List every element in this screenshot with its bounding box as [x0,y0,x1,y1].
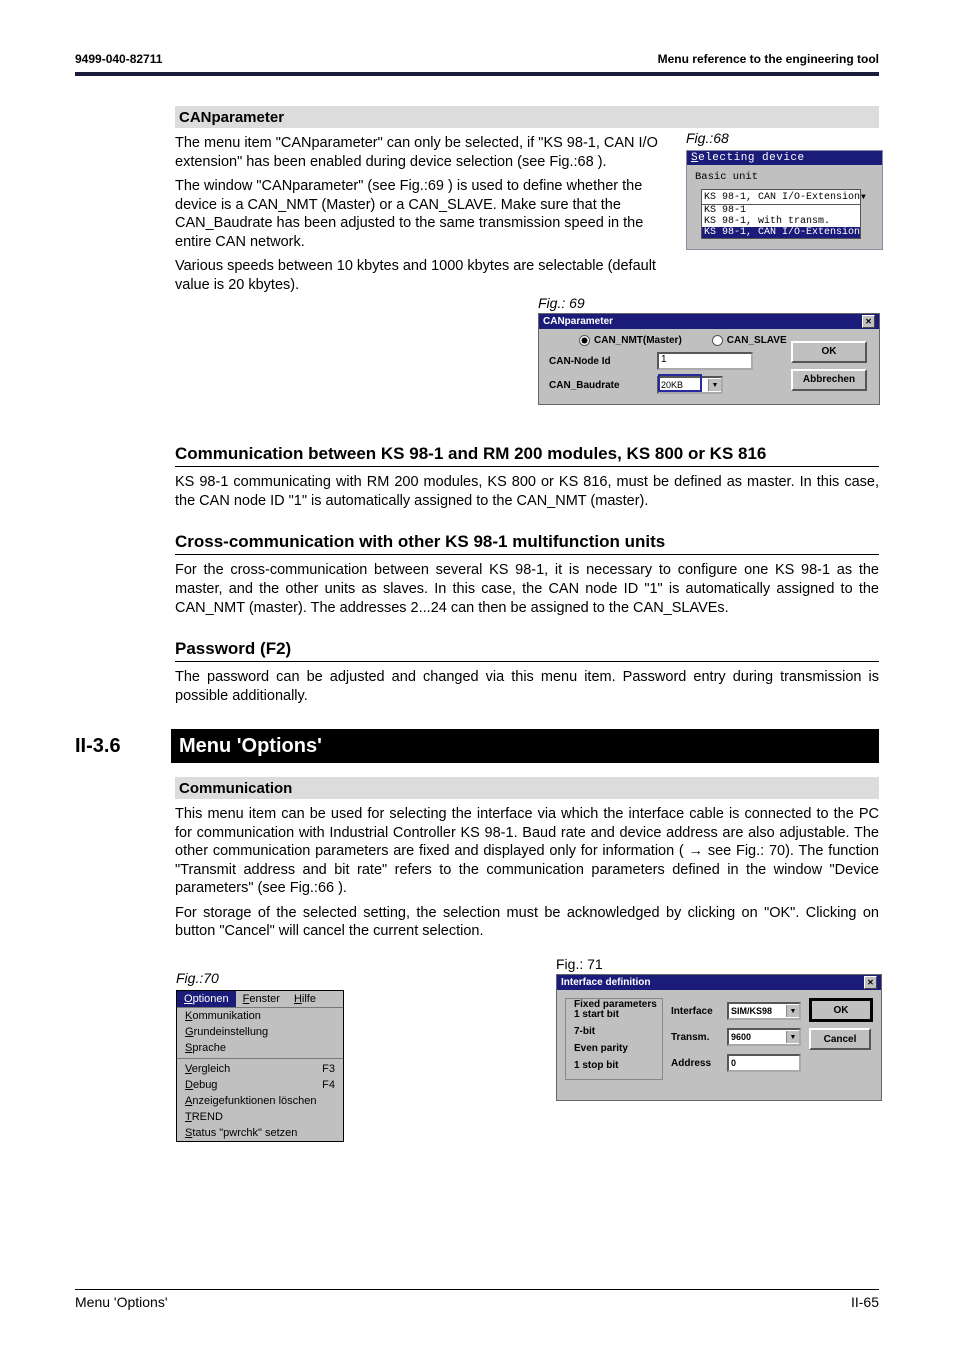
address-input[interactable]: 0 [727,1054,801,1072]
heading-comm-rm: Communication between KS 98-1 and RM 200… [175,444,879,464]
menu-item-kommunikation[interactable]: Kommunikation [177,1008,343,1024]
can-node-id-label: CAN-Node Id [549,356,649,367]
ok-button[interactable]: OK [809,998,873,1022]
interface-value: SIM/KS98 [729,1006,786,1016]
menu-item-trend[interactable]: TREND [177,1109,343,1125]
fig69-titlebar: CANparameter ✕ [539,314,879,329]
radio-selected-icon [579,335,590,346]
can-baudrate-label: CAN_Baudrate [549,380,649,391]
device-listbox[interactable]: KS 98-1 KS 98-1, with transm. KS 98-1, C… [701,205,861,239]
para-canparam-2: The window "CANparameter" (see Fig.:69 )… [175,177,665,251]
interface-combo[interactable]: SIM/KS98 ▼ [727,1002,801,1020]
figure-70: Fig.:70 Optionen Fenster Hilfe Kommunika… [176,970,346,1142]
list-item-selected[interactable]: KS 98-1, CAN I/O-Extension [702,227,860,238]
para-cross-1: For the cross-communication between seve… [175,561,879,617]
figure-68-label: Fig.:68 [686,130,881,146]
menubar-label: enster [249,993,280,1005]
fig69-title: CANparameter [543,316,613,327]
menu-item-status-pwrchk[interactable]: Status "pwrchk" setzen [177,1125,343,1141]
can-baudrate-combo[interactable]: 20KB ▼ [657,376,723,394]
ok-button[interactable]: OK [791,341,867,363]
doc-id: 9499-040-82711 [75,52,162,66]
fig68-group-label: Basic unit [695,171,874,183]
options-dropdown: Kommunikation Grundeinstellung Sprache V… [177,1008,343,1141]
chevron-down-icon[interactable]: ▼ [786,1031,799,1043]
device-combo-value: KS 98-1, CAN I/O-Extension [702,192,860,203]
footer-right: II-65 [851,1294,879,1310]
close-icon[interactable]: ✕ [864,976,877,989]
figure-68: Fig.:68 Selecting device Basic unit KS 9… [686,130,881,250]
top-rule [75,72,879,76]
figure-71-label: Fig.: 71 [556,956,882,972]
can-node-id-input[interactable]: 1 [657,352,753,370]
para-pw-1: The password can be adjusted and changed… [175,668,879,705]
menu-separator [177,1058,343,1059]
fixed-param-item: 1 stop bit [574,1060,654,1071]
para-canparam-1: The menu item "CANparameter" can only be… [175,134,665,171]
fig68-title-rest: electing device [698,152,805,164]
para-comm-1: This menu item can be used for selecting… [175,805,879,898]
footer-left: Menu 'Options' [75,1294,168,1310]
fixed-parameters-legend: Fixed parameters [572,999,659,1010]
cancel-button[interactable]: Abbrechen [791,369,867,391]
radio-can-slave[interactable]: CAN_SLAVE [712,335,787,346]
menubar-label: ilfe [302,993,316,1005]
radio-label: CAN_NMT(Master) [594,335,682,346]
cancel-button[interactable]: Cancel [809,1028,871,1050]
list-item[interactable]: KS 98-1 [702,205,860,216]
radio-empty-icon [712,335,723,346]
menu-item-anzeigefunktionen[interactable]: Anzeigefunktionen löschen [177,1093,343,1109]
figure-69-label: Fig.: 69 [538,295,880,311]
interface-label: Interface [671,1006,721,1017]
chevron-down-icon[interactable]: ▼ [786,1005,799,1017]
para-commrm-1: KS 98-1 communicating with RM 200 module… [175,473,879,510]
menu-item-sprache[interactable]: Sprache [177,1040,343,1056]
transm-value: 9600 [729,1032,786,1042]
heading-rule [175,466,879,467]
menubar-optionen[interactable]: Optionen [177,991,236,1007]
para-comm-2: For storage of the selected setting, the… [175,904,879,941]
menu-item-vergleich[interactable]: VergleichF3 [177,1061,343,1077]
radio-can-nmt-master[interactable]: CAN_NMT(Master) [579,335,682,346]
fig71-title: Interface definition [561,977,650,988]
heading-password: Password (F2) [175,639,879,659]
menu-item-debug[interactable]: DebugF4 [177,1077,343,1093]
heading-canparameter-label: CANparameter [179,109,284,126]
chapter-heading: II-3.6 Menu 'Options' [75,729,879,763]
heading-canparameter: CANparameter [175,106,879,128]
chevron-down-icon[interactable]: ▼ [860,190,866,204]
transm-combo[interactable]: 9600 ▼ [727,1028,801,1046]
fig68-titlebar: Selecting device [687,151,882,165]
heading-crosscomm: Cross-communication with other KS 98-1 m… [175,532,879,552]
device-combo[interactable]: KS 98-1, CAN I/O-Extension ▼ [701,189,861,205]
figure-71: Fig.: 71 Interface definition ✕ Fixed pa… [556,956,882,1101]
figure-69: Fig.: 69 CANparameter ✕ CAN_NMT(Master) … [538,295,880,405]
fixed-param-item: Even parity [574,1043,654,1054]
para-canparam-3: Various speeds between 10 kbytes and 100… [175,257,665,294]
radio-label: CAN_SLAVE [727,335,787,346]
address-label: Address [671,1058,721,1069]
menubar-hilfe[interactable]: Hilfe [287,991,323,1007]
heading-rule [175,661,879,662]
figure-70-label: Fig.:70 [176,970,346,986]
list-item[interactable]: KS 98-1, with transm. [702,216,860,227]
page-footer: Menu 'Options' II-65 [75,1289,879,1310]
chevron-down-icon[interactable]: ▼ [708,379,721,391]
close-icon[interactable]: ✕ [862,315,875,328]
chapter-title: Menu 'Options' [171,729,879,763]
doc-ref: Menu reference to the engineering tool [658,52,879,66]
can-baudrate-value: 20KB [659,380,708,390]
chapter-number: II-3.6 [75,729,171,763]
fixed-param-item: 1 start bit [574,1009,654,1020]
heading-rule [175,554,879,555]
fixed-param-item: 7-bit [574,1026,654,1037]
heading-communication: Communication [175,777,879,799]
menubar-label: ptionen [193,993,229,1005]
fixed-parameters-group: Fixed parameters 1 start bit 7-bit Even … [565,998,663,1080]
menu-item-grundeinstellung[interactable]: Grundeinstellung [177,1024,343,1040]
menubar-fenster[interactable]: Fenster [236,991,287,1007]
transm-label: Transm. [671,1032,721,1043]
heading-communication-label: Communication [179,780,292,797]
